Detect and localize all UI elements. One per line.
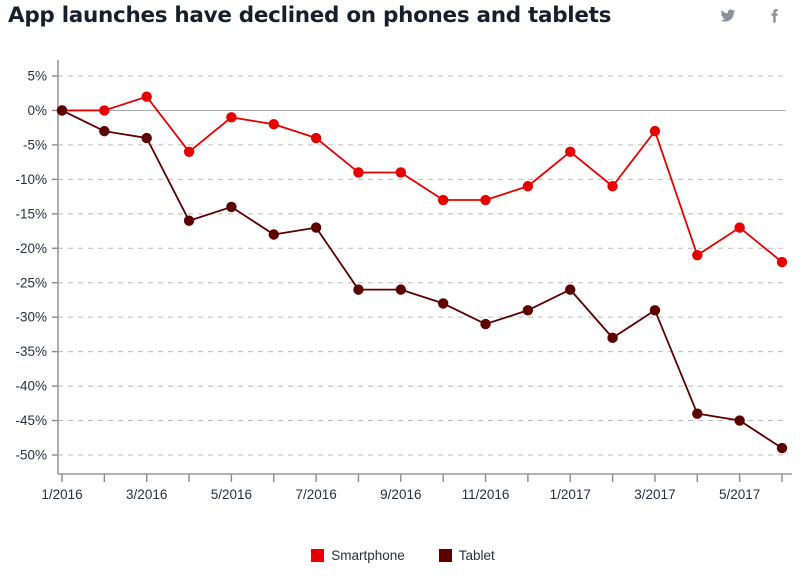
data-point[interactable] bbox=[692, 408, 703, 419]
x-axis-label: 7/2016 bbox=[295, 487, 336, 502]
legend-swatch bbox=[311, 549, 325, 562]
data-point[interactable] bbox=[565, 284, 576, 295]
y-axis-ticks: 5% 0% -5% -10% -15% -20% -25% -30% -35% -40% -45% -… bbox=[15, 69, 58, 463]
data-point[interactable] bbox=[522, 181, 534, 192]
x-axis-label: 3/2016 bbox=[126, 487, 167, 502]
legend-label: Tablet bbox=[458, 548, 495, 563]
y-axis-label: -10% bbox=[15, 172, 47, 187]
data-point[interactable] bbox=[776, 256, 788, 268]
data-point[interactable] bbox=[183, 146, 195, 157]
facebook-icon[interactable] bbox=[766, 8, 782, 24]
data-point[interactable] bbox=[268, 229, 279, 240]
data-point[interactable] bbox=[99, 125, 110, 137]
chart-card: App launches have declined on phones and… bbox=[0, 0, 806, 579]
x-axis-ticks: 1/2016 3/2016 5/2016 7/2016 9/2016 11/2016 1/2… bbox=[41, 474, 783, 502]
data-point[interactable] bbox=[310, 132, 322, 144]
y-axis-label: -50% bbox=[15, 448, 47, 463]
data-point[interactable] bbox=[183, 215, 195, 226]
x-axis-label: 5/2017 bbox=[719, 487, 760, 502]
x-axis-label: 9/2016 bbox=[380, 487, 421, 502]
data-point[interactable] bbox=[692, 249, 703, 261]
data-point[interactable] bbox=[480, 194, 491, 206]
legend-item[interactable]: Smartphone bbox=[311, 548, 405, 563]
twitter-icon[interactable] bbox=[720, 8, 736, 24]
y-axis-label: -30% bbox=[15, 310, 47, 325]
data-point[interactable] bbox=[141, 91, 152, 102]
x-axis-label: 1/2016 bbox=[41, 487, 82, 502]
legend-item[interactable]: Tablet bbox=[438, 548, 495, 563]
x-axis-label: 1/2017 bbox=[550, 487, 591, 502]
y-axis-label: -35% bbox=[15, 344, 47, 359]
data-point[interactable] bbox=[395, 167, 407, 178]
gridlines bbox=[58, 75, 786, 456]
data-point[interactable] bbox=[607, 332, 618, 344]
legend-label: Smartphone bbox=[331, 548, 405, 563]
page-title: App launches have declined on phones and… bbox=[8, 3, 612, 28]
y-axis-label: -40% bbox=[15, 379, 47, 394]
data-point[interactable] bbox=[607, 181, 618, 192]
data-point[interactable] bbox=[268, 119, 279, 130]
data-point[interactable] bbox=[437, 194, 449, 206]
data-point[interactable] bbox=[56, 105, 68, 116]
data-point[interactable] bbox=[353, 284, 364, 295]
x-axis-label: 3/2017 bbox=[634, 487, 675, 502]
data-series-group bbox=[56, 91, 788, 454]
data-point[interactable] bbox=[437, 298, 449, 309]
data-point[interactable] bbox=[99, 105, 110, 116]
data-point[interactable] bbox=[649, 125, 661, 137]
data-point[interactable] bbox=[480, 318, 491, 330]
y-axis-label: -25% bbox=[15, 275, 47, 290]
data-point[interactable] bbox=[141, 132, 152, 144]
y-axis-label: 0% bbox=[27, 103, 47, 118]
data-point[interactable] bbox=[226, 201, 237, 213]
data-point[interactable] bbox=[522, 305, 534, 316]
x-axis-label: 11/2016 bbox=[462, 487, 510, 502]
y-axis-label: 5% bbox=[27, 69, 47, 84]
data-point[interactable] bbox=[776, 442, 788, 454]
chart-legend: Smartphone Tablet bbox=[0, 548, 806, 563]
data-point[interactable] bbox=[734, 222, 745, 233]
plot-area: 5% 0% -5% -10% -15% -20% -25% -30% -35% -40% -45% -… bbox=[0, 40, 806, 540]
y-axis-label: -45% bbox=[15, 413, 47, 428]
y-axis-label: -20% bbox=[15, 241, 47, 256]
data-point[interactable] bbox=[395, 284, 407, 295]
data-point[interactable] bbox=[649, 305, 661, 316]
social-share-group bbox=[720, 8, 782, 24]
data-point[interactable] bbox=[353, 167, 364, 178]
y-axis-label: -15% bbox=[15, 206, 47, 221]
data-point[interactable] bbox=[565, 146, 576, 157]
data-point[interactable] bbox=[734, 415, 745, 426]
x-axis-label: 5/2016 bbox=[211, 487, 252, 502]
legend-swatch bbox=[438, 549, 452, 562]
data-point[interactable] bbox=[310, 222, 322, 233]
data-point[interactable] bbox=[226, 112, 237, 123]
y-axis-label: -5% bbox=[23, 137, 47, 152]
chart-header: App launches have declined on phones and… bbox=[0, 0, 806, 40]
series-line-tablet bbox=[61, 109, 783, 450]
line-chart-svg: 5% 0% -5% -10% -15% -20% -25% -30% -35% -40% -45% -… bbox=[15, 60, 792, 502]
